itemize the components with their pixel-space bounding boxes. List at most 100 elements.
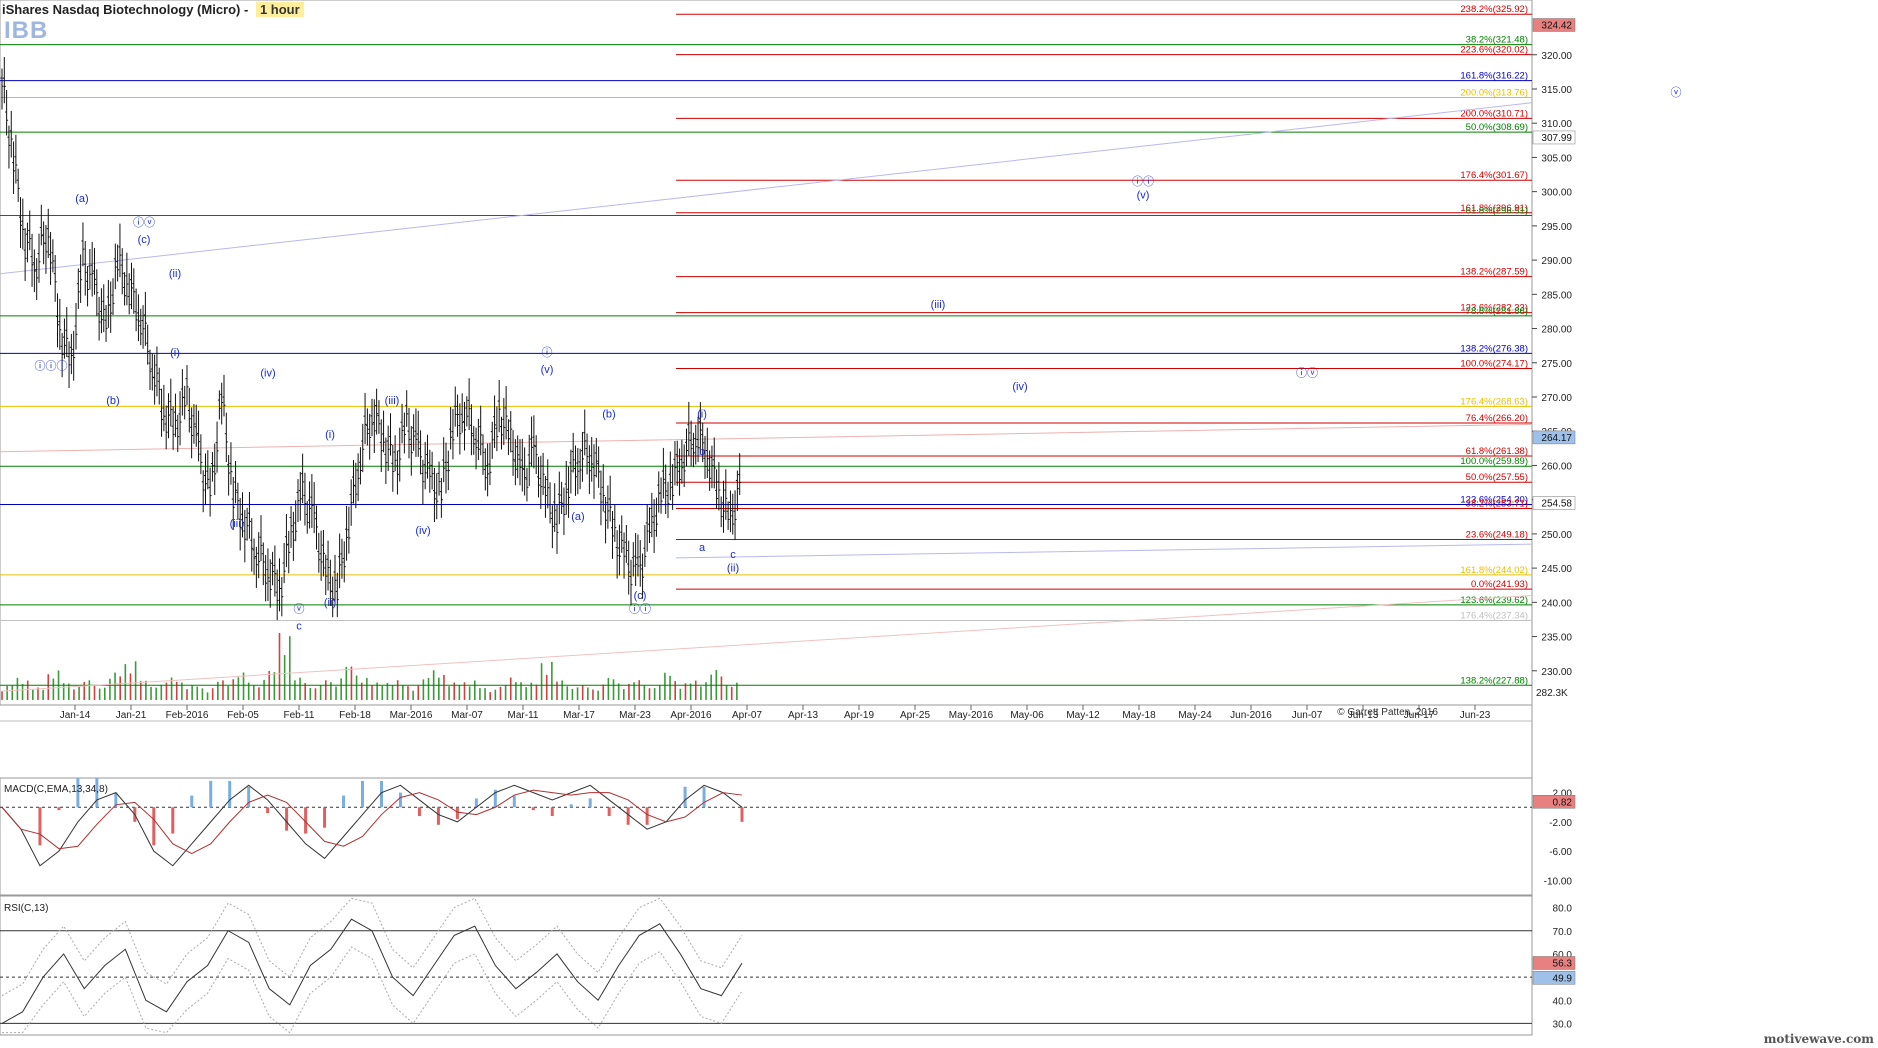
date-tick-label: Apr-13 xyxy=(788,710,818,721)
price-tick-label: 270.00 xyxy=(1541,393,1572,404)
price-tick-label: 235.00 xyxy=(1541,633,1572,644)
wave-label: ⓘⓥ xyxy=(1296,366,1318,379)
price-tick-label: 285.00 xyxy=(1541,290,1572,301)
wave-label: ⓘⓥ xyxy=(133,216,155,229)
wave-label: (c) xyxy=(138,234,151,246)
fib-level-label: 238.2%(325.92) xyxy=(1460,4,1528,15)
price-badge-label: 254.58 xyxy=(1541,499,1572,510)
date-tick-label: May-24 xyxy=(1178,710,1212,721)
date-tick-label: Feb-11 xyxy=(284,710,315,721)
macd-signal-line xyxy=(1,789,743,855)
fib-level-label: 176.4%(268.63) xyxy=(1460,396,1528,407)
wave-label: (i) xyxy=(325,429,335,441)
channel-line xyxy=(0,102,1533,275)
date-tick-label: Jun-23 xyxy=(1460,710,1491,721)
copyright-note: © Garrett Patten, 2016 xyxy=(1337,707,1438,718)
rsi-tick-label: 80.0 xyxy=(1553,904,1573,915)
price-tick-label: 290.00 xyxy=(1541,256,1572,267)
date-tick-label: Apr-07 xyxy=(732,710,762,721)
rsi-tick-label: 30.0 xyxy=(1553,1019,1573,1030)
wave-label: (b) xyxy=(602,409,615,421)
wave-label: ⓘⓘ xyxy=(629,603,651,616)
rsi-panel-border xyxy=(0,895,1533,1036)
channel-line xyxy=(0,594,1533,692)
wave-label: a xyxy=(699,542,706,554)
date-tick-label: May-2016 xyxy=(949,710,994,721)
fib-level-label: 78.6%(281.86) xyxy=(1466,306,1528,317)
wave-label: (ii) xyxy=(169,268,181,280)
chart-canvas[interactable]: 238.2%(325.92)38.2%(321.48)223.6%(320.02… xyxy=(0,0,1878,1048)
wave-label: (ii) xyxy=(324,597,336,609)
wave-label: ⓘⓘ xyxy=(1132,175,1154,188)
price-badge-label: 264.17 xyxy=(1541,433,1572,444)
price-tick-label: 245.00 xyxy=(1541,564,1572,575)
date-tick-label: Jun-2016 xyxy=(1230,710,1272,721)
channel-line xyxy=(0,423,1533,453)
wave-label: ⓘ xyxy=(542,346,553,359)
symbol-watermark: IBB xyxy=(4,17,49,44)
fib-level-label: 161.8%(244.02) xyxy=(1460,565,1528,576)
brand-watermark: motivewave.com xyxy=(1763,1032,1874,1046)
price-tick-label: 280.00 xyxy=(1541,325,1572,336)
fib-level-label: 100.0%(274.17) xyxy=(1460,358,1528,369)
wave-label: (i) xyxy=(697,409,707,421)
price-tick-label: 300.00 xyxy=(1541,188,1572,199)
price-tick-label: 240.00 xyxy=(1541,598,1572,609)
date-tick-label: Jan-14 xyxy=(60,710,91,721)
date-tick-label: Mar-17 xyxy=(563,710,595,721)
date-tick-label: May-12 xyxy=(1066,710,1100,721)
date-tick-label: Apr-2016 xyxy=(670,710,712,721)
date-tick-label: Feb-05 xyxy=(227,710,259,721)
fib-level-label: 176.4%(301.67) xyxy=(1460,170,1528,181)
date-tick-label: Jan-21 xyxy=(116,710,147,721)
fib-level-label: 50.0%(308.69) xyxy=(1466,122,1528,133)
macd-value-label: 0.82 xyxy=(1553,797,1573,808)
price-tick-label: 295.00 xyxy=(1541,222,1572,233)
date-tick-label: Mar-2016 xyxy=(390,710,433,721)
chart-window: 238.2%(325.92) 38.2%(321.48) 223.6%(320.02… xyxy=(0,0,1878,1048)
title-separator: - xyxy=(240,2,252,17)
date-tick-label: Feb-18 xyxy=(339,710,371,721)
wave-label: (i) xyxy=(170,347,180,359)
fib-level-label: 138.2%(276.38) xyxy=(1460,343,1528,354)
price-tick-label: 260.00 xyxy=(1541,461,1572,472)
price-tick-label: 250.00 xyxy=(1541,530,1572,541)
price-tick-label: 305.00 xyxy=(1541,153,1572,164)
wave-label: c xyxy=(296,621,302,633)
date-tick-label: Mar-23 xyxy=(619,710,651,721)
volume-label: 282.3K xyxy=(1536,688,1568,699)
timeframe-badge[interactable]: 1 hour xyxy=(255,2,304,17)
date-tick-label: Feb-2016 xyxy=(166,710,209,721)
date-tick-label: Jun-07 xyxy=(1292,710,1323,721)
wave-label: ⓥ xyxy=(294,603,305,616)
price-badge-label: 324.42 xyxy=(1541,21,1572,32)
macd-panel-label: MACD(C,EMA,13,34,8) xyxy=(4,784,108,795)
rsi-line xyxy=(1,918,743,1024)
macd-tick-label: -2.00 xyxy=(1549,818,1572,829)
fib-level-label: 50.0%(257.55) xyxy=(1466,472,1528,483)
wave-label: (iv) xyxy=(260,367,275,379)
fib-level-label: 76.4%(266.20) xyxy=(1466,413,1528,424)
price-badge-label: 307.99 xyxy=(1541,133,1572,144)
rsi-panel-label: RSI(C,13) xyxy=(4,903,49,914)
date-tick-label: May-06 xyxy=(1010,710,1044,721)
date-tick-label: Apr-19 xyxy=(844,710,874,721)
fib-level-label: 223.6%(320.02) xyxy=(1460,45,1528,56)
wave-label: b xyxy=(699,446,705,458)
date-tick-label: Mar-11 xyxy=(508,710,539,721)
fib-level-label: 138.2%(227.88) xyxy=(1460,675,1528,686)
price-tick-label: 320.00 xyxy=(1541,51,1572,62)
wave-label: (v) xyxy=(541,364,554,376)
wave-label: c xyxy=(730,549,736,561)
fib-level-label: 200.0%(313.76) xyxy=(1460,87,1528,98)
wave-label: ⓘⓘⓘ xyxy=(35,360,68,373)
wave-label: (a) xyxy=(75,193,88,205)
fib-level-label: 138.2%(287.59) xyxy=(1460,267,1528,278)
fib-level-label: 23.6%(249.18) xyxy=(1466,529,1528,540)
wave-label: (v) xyxy=(1137,189,1150,201)
fib-level-label: 61.8%(296.51) xyxy=(1466,206,1528,217)
rsi-value-label: 56.3 xyxy=(1553,958,1573,969)
rsi-value-label: 49.9 xyxy=(1553,973,1573,984)
price-tick-label: 315.00 xyxy=(1541,85,1572,96)
fib-level-label: 161.8%(316.22) xyxy=(1460,71,1528,82)
